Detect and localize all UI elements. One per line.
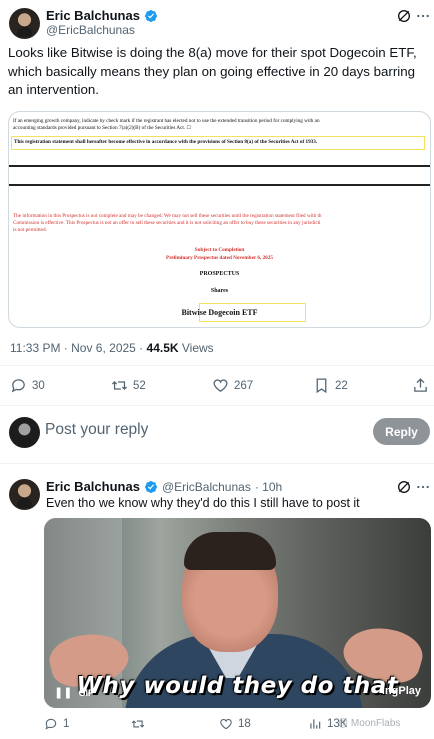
author-avatar[interactable] bbox=[9, 8, 40, 39]
bookmark-action[interactable]: 22 bbox=[313, 377, 348, 394]
pause-icon[interactable]: ❚❚ bbox=[54, 686, 72, 699]
gif-caption: Why would they do that bbox=[76, 673, 399, 699]
doc-red-line: Commission is effective. This Prospectus… bbox=[13, 220, 321, 226]
views-label: Views bbox=[178, 341, 214, 355]
doc-preliminary: Preliminary Prospectus dated November 6,… bbox=[166, 255, 273, 261]
post-actions: 30 52 267 22 bbox=[0, 377, 434, 397]
repost-count: 52 bbox=[133, 379, 146, 392]
doc-prospectus: PROSPECTUS bbox=[199, 271, 240, 277]
share-icon bbox=[414, 378, 427, 392]
verified-badge-icon bbox=[144, 480, 157, 493]
reply-author-handle[interactable]: @EricBalchunas bbox=[162, 480, 251, 494]
heart-icon bbox=[213, 379, 228, 392]
bookmark-icon bbox=[316, 378, 327, 394]
gif-brand-watermark: ingPlay bbox=[381, 685, 421, 697]
like-action[interactable]: 18 bbox=[219, 717, 251, 731]
repost-action[interactable]: 52 bbox=[111, 377, 146, 394]
gif-figure-hair bbox=[184, 532, 276, 570]
reply-author-name[interactable]: Eric Balchunas bbox=[46, 479, 140, 494]
reply-composer: Post your reply Reply bbox=[0, 408, 434, 456]
image-watermark: @ MoonFlabs bbox=[338, 718, 401, 729]
more-options-icon[interactable] bbox=[416, 9, 430, 23]
doc-line: If an emerging growth company, indicate … bbox=[13, 118, 320, 124]
repost-icon bbox=[111, 381, 128, 390]
gif-badge: GIF bbox=[78, 687, 94, 698]
like-action[interactable]: 267 bbox=[212, 377, 253, 394]
author-header: Eric Balchunas bbox=[46, 8, 158, 23]
views-chart-icon bbox=[310, 719, 321, 729]
doc-red-line: is not permitted. bbox=[13, 227, 47, 233]
bookmark-count: 22 bbox=[335, 379, 348, 392]
heart-icon bbox=[220, 719, 232, 730]
prospectus-image[interactable]: If an emerging growth company, indicate … bbox=[8, 111, 431, 328]
doc-line: accounting standards provided pursuant t… bbox=[13, 125, 192, 131]
reply-action[interactable]: 30 bbox=[10, 377, 45, 394]
post-text: Looks like Bitwise is doing the 8(a) mov… bbox=[8, 45, 417, 97]
reply-icon bbox=[45, 718, 57, 730]
my-avatar bbox=[9, 417, 40, 448]
reply-author-avatar[interactable] bbox=[9, 479, 40, 510]
repost-icon bbox=[131, 720, 145, 728]
grok-icon[interactable] bbox=[396, 479, 412, 495]
reply-time[interactable]: · 10h bbox=[255, 480, 282, 494]
doc-fund-name: Bitwise Dogecoin ETF bbox=[181, 308, 258, 317]
grok-icon[interactable] bbox=[396, 8, 412, 24]
divider bbox=[0, 463, 434, 464]
views-count: 44.5K bbox=[146, 341, 179, 355]
repost-action[interactable] bbox=[131, 717, 150, 731]
doc-rule bbox=[9, 184, 430, 186]
reply-count: 1 bbox=[63, 718, 70, 730]
reply-action[interactable]: 1 bbox=[44, 717, 69, 731]
share-action[interactable] bbox=[412, 377, 429, 394]
verified-badge-icon bbox=[144, 9, 157, 22]
reply-count: 30 bbox=[32, 379, 45, 392]
post-meta: 11:33 PM · Nov 6, 2025 · 44.5K Views bbox=[10, 341, 214, 355]
author-name[interactable]: Eric Balchunas bbox=[46, 8, 140, 23]
divider bbox=[0, 365, 434, 366]
doc-shares: Shares bbox=[210, 288, 229, 294]
doc-highlight-text: This registration statement shall hereaf… bbox=[14, 139, 318, 145]
reply-icon bbox=[11, 379, 25, 393]
like-count: 18 bbox=[238, 718, 251, 730]
reply-header: Eric Balchunas @EricBalchunas · 10h bbox=[46, 479, 282, 494]
doc-red-line: The information in this Prospectus is no… bbox=[13, 213, 322, 219]
doc-rule bbox=[9, 165, 430, 167]
post-timestamp[interactable]: 11:33 PM · Nov 6, 2025 · bbox=[10, 341, 147, 355]
reply-button[interactable]: Reply bbox=[373, 418, 430, 445]
gif-controls: ❚❚ GIF bbox=[54, 686, 93, 699]
doc-subject: Subject to Completion bbox=[194, 247, 245, 253]
divider bbox=[0, 405, 434, 406]
author-handle[interactable]: @EricBalchunas bbox=[46, 23, 135, 37]
more-options-icon[interactable] bbox=[416, 480, 430, 494]
like-count: 267 bbox=[234, 379, 254, 392]
reply-input[interactable]: Post your reply bbox=[45, 421, 148, 439]
reply-text: Even tho we know why they'd do this I st… bbox=[46, 496, 360, 510]
reply-gif[interactable]: Why would they do that ❚❚ GIF ingPlay bbox=[44, 518, 431, 708]
